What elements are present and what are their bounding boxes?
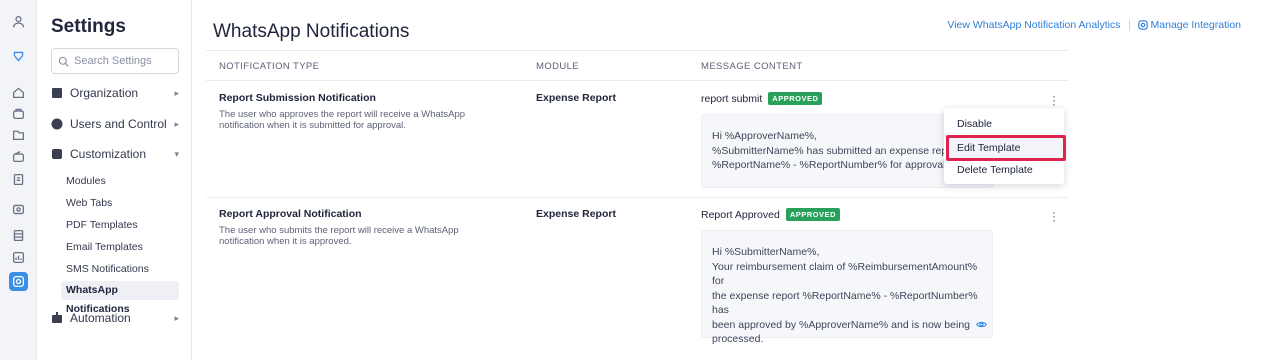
message-line: the expense report %ReportName% - %Repor… bbox=[712, 289, 978, 317]
message-line: Your reimbursement claim of %Reimburseme… bbox=[712, 260, 978, 288]
search-box[interactable] bbox=[51, 48, 179, 74]
group-label: Automation bbox=[70, 311, 131, 325]
settings-icon[interactable] bbox=[9, 272, 28, 291]
notification-description: The user who approves the report will re… bbox=[219, 109, 466, 131]
module-name: Expense Report bbox=[536, 208, 616, 220]
home-icon[interactable] bbox=[9, 83, 28, 102]
row-divider bbox=[206, 197, 1068, 198]
header-links: View WhatsApp Notification Analytics Man… bbox=[947, 19, 1241, 31]
user-icon[interactable] bbox=[9, 12, 28, 31]
sidebar-item-email-templates[interactable]: Email Templates bbox=[66, 241, 143, 253]
template-label: Report Approved bbox=[701, 208, 780, 221]
template-name: Report Approved APPROVED bbox=[701, 208, 840, 221]
reports-icon[interactable] bbox=[9, 248, 28, 267]
group-label: Organization bbox=[70, 86, 139, 100]
table-header: NOTIFICATION TYPE MODULE MESSAGE CONTENT bbox=[206, 50, 1068, 81]
status-badge: APPROVED bbox=[768, 92, 823, 105]
gear-icon bbox=[1137, 20, 1148, 30]
group-label: Customization bbox=[70, 147, 147, 161]
brand-logo-icon[interactable] bbox=[9, 47, 28, 66]
menu-item-disable[interactable]: Disable bbox=[957, 118, 992, 130]
settings-sidebar: Settings Organization ▸ Users and Contro… bbox=[37, 0, 192, 360]
robot-icon bbox=[51, 312, 63, 324]
document-icon[interactable] bbox=[9, 226, 28, 245]
message-preview: Hi %SubmitterName%, Your reimbursement c… bbox=[701, 230, 993, 345]
sidebar-item-web-tabs[interactable]: Web Tabs bbox=[66, 197, 112, 209]
module-name: Expense Report bbox=[536, 92, 616, 104]
context-menu: Disable Edit Template Delete Template bbox=[944, 108, 1066, 184]
chevron-right-icon: ▸ bbox=[174, 118, 179, 129]
folder-icon[interactable] bbox=[9, 125, 28, 144]
search-input[interactable] bbox=[74, 55, 174, 67]
menu-item-delete-template[interactable]: Delete Template bbox=[957, 164, 1033, 176]
sidebar-item-whatsapp-notifications[interactable]: WhatsApp Notifications bbox=[61, 281, 179, 315]
manage-integration-link[interactable]: Manage Integration bbox=[1151, 19, 1241, 31]
sidebar-group-customization[interactable]: Customization ▾ bbox=[51, 145, 179, 163]
message-line: Hi %ApproverName%, bbox=[712, 130, 818, 142]
column-header-module: MODULE bbox=[536, 61, 580, 72]
template-label: report submit bbox=[701, 92, 763, 105]
trips-icon[interactable] bbox=[9, 104, 28, 123]
menu-item-edit-template[interactable]: Edit Template bbox=[957, 142, 1020, 154]
analytics-link[interactable]: View WhatsApp Notification Analytics bbox=[947, 19, 1120, 31]
receipt-icon[interactable] bbox=[9, 170, 28, 189]
app-rail bbox=[0, 0, 37, 360]
eye-icon[interactable] bbox=[976, 319, 987, 335]
sidebar-item-modules[interactable]: Modules bbox=[66, 175, 106, 187]
notification-description: The user who submits the report will rec… bbox=[219, 225, 459, 247]
message-line: %ReportName% - %ReportNumber% for approv… bbox=[712, 159, 949, 171]
wallet-icon[interactable] bbox=[9, 147, 28, 166]
chevron-down-icon: ▾ bbox=[174, 148, 179, 159]
notification-type: Report Approval Notification bbox=[219, 208, 362, 220]
more-options-icon[interactable]: · · · bbox=[1051, 90, 1057, 110]
sidebar-title: Settings bbox=[51, 16, 126, 37]
message-line: processed. bbox=[712, 333, 764, 345]
customization-icon bbox=[51, 148, 63, 160]
building-icon bbox=[51, 87, 63, 99]
card-icon[interactable] bbox=[9, 200, 28, 219]
search-icon bbox=[58, 56, 69, 67]
notification-type: Report Submission Notification bbox=[219, 92, 376, 104]
sidebar-item-pdf-templates[interactable]: PDF Templates bbox=[66, 219, 138, 231]
column-header-message: MESSAGE CONTENT bbox=[701, 61, 803, 72]
chevron-right-icon: ▸ bbox=[174, 87, 179, 98]
sidebar-item-sms-notifications[interactable]: SMS Notifications bbox=[66, 263, 149, 275]
group-label: Users and Control bbox=[70, 117, 167, 131]
chevron-right-icon: ▸ bbox=[174, 312, 179, 323]
message-line: Hi %SubmitterName%, bbox=[712, 246, 820, 258]
users-icon bbox=[51, 118, 63, 130]
column-header-type: NOTIFICATION TYPE bbox=[219, 61, 320, 72]
message-line: been approved by %ApproverName% and is n… bbox=[712, 318, 970, 331]
sidebar-group-automation[interactable]: Automation ▸ bbox=[51, 309, 179, 327]
status-badge: APPROVED bbox=[785, 208, 840, 221]
message-line: %SubmitterName% has submitted an expense… bbox=[712, 144, 948, 157]
sidebar-group-users[interactable]: Users and Control ▸ bbox=[51, 115, 179, 133]
template-name: report submit APPROVED bbox=[701, 92, 823, 105]
main-content: WhatsApp Notifications View WhatsApp Not… bbox=[192, 0, 1268, 360]
page-title: WhatsApp Notifications bbox=[213, 21, 410, 42]
sidebar-group-organization[interactable]: Organization ▸ bbox=[51, 84, 179, 102]
more-options-icon[interactable]: · · · bbox=[1051, 206, 1057, 226]
link-separator bbox=[1128, 19, 1130, 31]
